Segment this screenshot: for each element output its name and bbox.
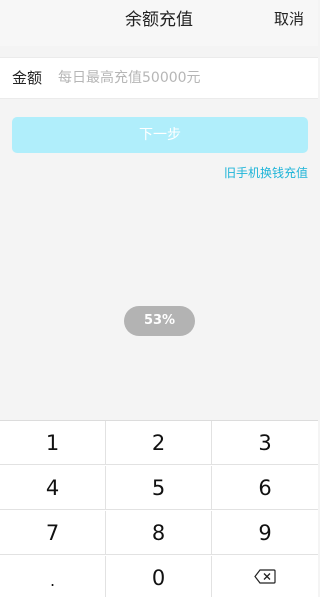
key-7[interactable]: 7: [0, 511, 106, 555]
key-5[interactable]: 5: [106, 466, 212, 510]
page-title: 余额充值: [125, 10, 193, 30]
amount-label: 金额: [12, 69, 43, 87]
key-dot[interactable]: .: [0, 556, 106, 597]
backspace-icon: [254, 555, 276, 597]
key-6[interactable]: 6: [212, 466, 318, 510]
key-1[interactable]: 1: [0, 421, 106, 465]
old-phone-recharge-link[interactable]: 旧手机换钱充值: [224, 164, 308, 181]
amount-input[interactable]: [58, 58, 308, 98]
next-button[interactable]: 下一步: [12, 117, 308, 153]
header-bar: 余额充值 取消: [0, 0, 318, 46]
app-root: 余额充值 取消 金额 下一步 旧手机换钱充值 53% 1 2 3 4 5 6 7…: [0, 0, 318, 597]
backspace-key[interactable]: [212, 556, 318, 597]
key-8[interactable]: 8: [106, 511, 212, 555]
progress-toast: 53%: [124, 306, 195, 336]
key-0[interactable]: 0: [106, 556, 212, 597]
cancel-button[interactable]: 取消: [274, 0, 304, 40]
amount-row: 金额: [0, 57, 318, 99]
key-2[interactable]: 2: [106, 421, 212, 465]
key-4[interactable]: 4: [0, 466, 106, 510]
numeric-keypad: 1 2 3 4 5 6 7 8 9 . 0: [0, 420, 318, 597]
key-3[interactable]: 3: [212, 421, 318, 465]
key-9[interactable]: 9: [212, 511, 318, 555]
